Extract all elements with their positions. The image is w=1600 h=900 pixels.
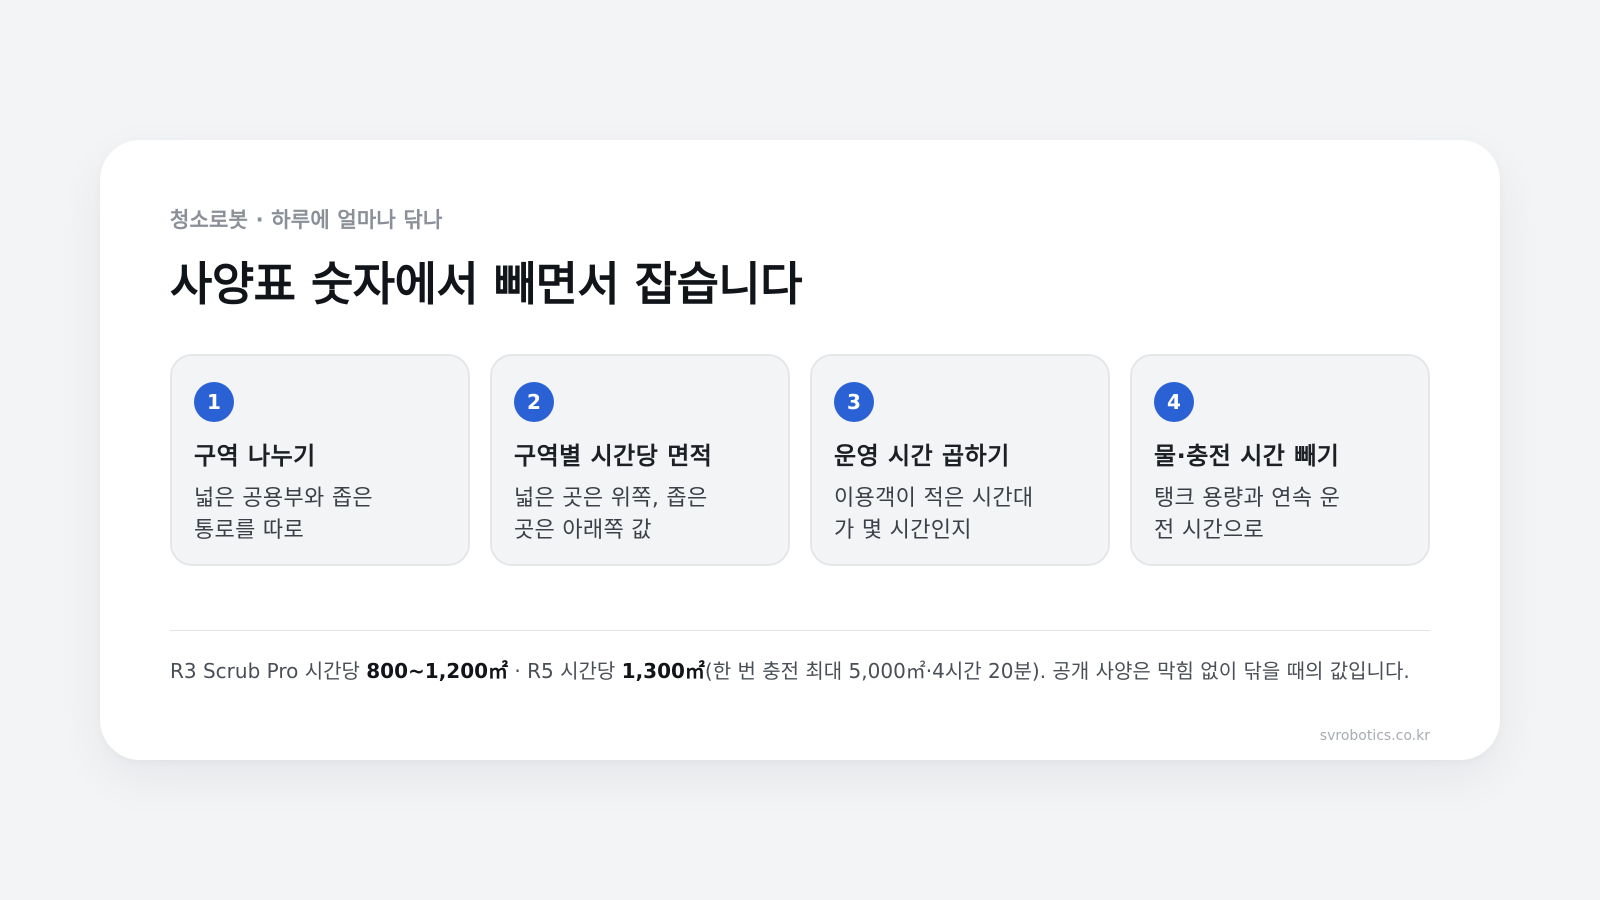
step-title: 구역별 시간당 면적 xyxy=(514,442,713,470)
step-number-badge: 2 xyxy=(514,382,554,422)
step-number-badge: 3 xyxy=(834,382,874,422)
step-title: 운영 시간 곱하기 xyxy=(834,442,1010,470)
page-title: 사양표 숫자에서 빼면서 잡습니다 xyxy=(170,257,803,311)
step-card-1: 1 구역 나누기 넓은 공용부와 좁은 통로를 따로 xyxy=(170,354,470,566)
step-card-4: 4 물·충전 시간 빼기 탱크 용량과 연속 운전 시간으로 xyxy=(1130,354,1430,566)
divider xyxy=(170,630,1430,631)
info-card: 청소로봇 · 하루에 얼마나 닦나 사양표 숫자에서 빼면서 잡습니다 1 구역… xyxy=(100,140,1500,760)
step-description: 넓은 곳은 위쪽, 좁은 곳은 아래쪽 값 xyxy=(514,486,708,543)
step-description: 이용객이 적은 시간대가 몇 시간인지 xyxy=(834,486,1034,543)
step-description: 탱크 용량과 연속 운전 시간으로 xyxy=(1154,486,1341,543)
r5-throughput-value: 1,300㎡ xyxy=(621,659,705,683)
step-number-badge: 4 xyxy=(1154,382,1194,422)
spec-note: R3 Scrub Pro 시간당 800~1,200㎡ · R5 시간당 1,3… xyxy=(170,657,1430,685)
note-text: · R5 시간당 xyxy=(508,659,622,683)
step-number-badge: 1 xyxy=(194,382,234,422)
steps-row: 1 구역 나누기 넓은 공용부와 좁은 통로를 따로 2 구역별 시간당 면적 … xyxy=(170,354,1430,566)
step-card-3: 3 운영 시간 곱하기 이용객이 적은 시간대가 몇 시간인지 xyxy=(810,354,1110,566)
step-title: 구역 나누기 xyxy=(194,442,316,470)
step-description: 넓은 공용부와 좁은 통로를 따로 xyxy=(194,486,373,543)
note-text: (한 번 충전 최대 5,000㎡·4시간 20분). 공개 사양은 막힘 없이… xyxy=(704,659,1410,683)
eyebrow-label: 청소로봇 · 하루에 얼마나 닦나 xyxy=(170,208,443,232)
step-card-2: 2 구역별 시간당 면적 넓은 곳은 위쪽, 좁은 곳은 아래쪽 값 xyxy=(490,354,790,566)
r3-throughput-value: 800~1,200㎡ xyxy=(366,659,509,683)
step-title: 물·충전 시간 빼기 xyxy=(1154,442,1340,470)
source-label: svrobotics.co.kr xyxy=(1319,728,1430,744)
note-text: R3 Scrub Pro 시간당 xyxy=(170,659,367,683)
